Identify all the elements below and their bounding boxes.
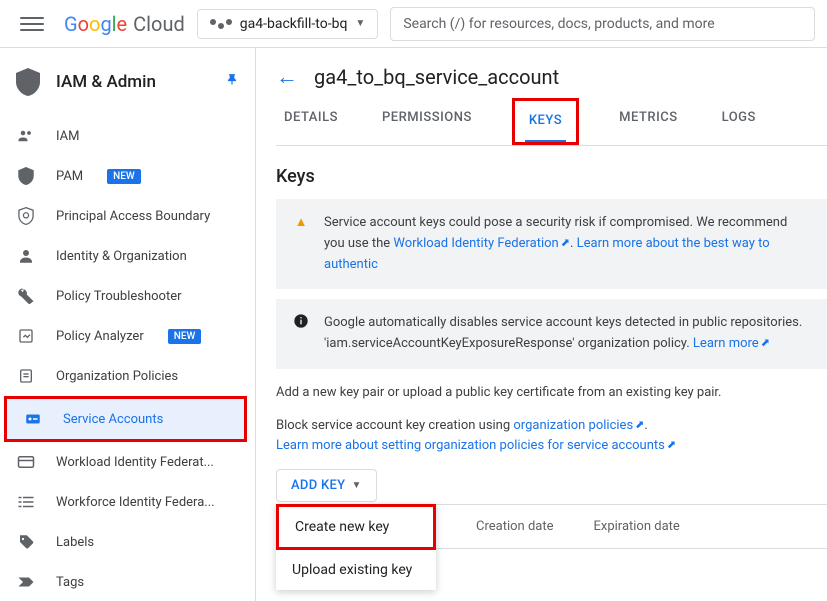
sidebar-item-principal-access-boundary[interactable]: Principal Access Boundary — [0, 196, 255, 236]
doc-icon — [16, 366, 36, 386]
col-creation-date: Creation date — [476, 519, 554, 534]
page-title: ga4_to_bq_service_account — [314, 65, 559, 89]
sidebar-item-label: Workload Identity Federat... — [56, 455, 214, 470]
back-button[interactable]: ← — [276, 64, 298, 90]
sidebar-item-label: PAM — [56, 169, 83, 184]
sidebar-item-label: IAM — [56, 129, 79, 144]
sidebar-item-label: Workforce Identity Federa... — [56, 495, 215, 510]
col-expiration-date: Expiration date — [594, 519, 680, 534]
iam-shield-icon — [16, 68, 40, 96]
arrow-icon — [16, 572, 36, 592]
org-policies-link[interactable]: organization policies⬈ — [513, 418, 644, 433]
tag-icon — [16, 532, 36, 552]
tab-keys[interactable]: KEYS — [525, 101, 566, 142]
sidebar-item-label: Identity & Organization — [56, 249, 187, 264]
add-key-description: Add a new key pair or upload a public ke… — [276, 383, 827, 403]
new-badge: NEW — [168, 329, 202, 344]
search-input[interactable]: Search (/) for resources, docs, products… — [390, 7, 815, 41]
boundary-icon — [16, 206, 36, 226]
key-icon — [23, 409, 43, 429]
wrench-icon — [16, 286, 36, 306]
pin-icon[interactable] — [225, 72, 239, 92]
tab-logs[interactable]: LOGS — [718, 98, 760, 145]
new-badge: NEW — [107, 169, 141, 184]
sidebar-item-label: Policy Troubleshooter — [56, 289, 182, 304]
learn-more-policy-link[interactable]: Learn more⬈ — [693, 336, 770, 351]
sidebar-item-label: Organization Policies — [56, 369, 178, 384]
chevron-down-icon: ▼ — [351, 480, 361, 491]
learn-more-org-policies-link[interactable]: Learn more about setting organization po… — [276, 438, 676, 453]
project-icon — [210, 19, 232, 29]
sidebar: IAM & Admin IAM PAM NEW Principal Access Bo… — [0, 48, 256, 601]
sidebar-item-label: Principal Access Boundary — [56, 209, 210, 224]
sidebar-item-label: Policy Analyzer — [56, 329, 144, 344]
people-icon — [16, 126, 36, 146]
sidebar-item-identity-organization[interactable]: Identity & Organization — [0, 236, 255, 276]
info-icon — [292, 313, 310, 355]
sidebar-item-pam[interactable]: PAM NEW — [0, 156, 255, 196]
sidebar-item-label: Service Accounts — [63, 412, 163, 427]
upload-existing-key-item[interactable]: Upload existing key — [276, 550, 436, 590]
tab-metrics[interactable]: METRICS — [615, 98, 681, 145]
add-key-dropdown: Create new key Upload existing key — [276, 504, 436, 590]
list-icon — [16, 492, 36, 512]
warning-icon: ▲ — [292, 213, 310, 275]
logo-suffix: Cloud — [133, 12, 185, 36]
sidebar-item-tags[interactable]: Tags — [0, 562, 255, 601]
sidebar-item-service-accounts[interactable]: Service Accounts — [7, 399, 244, 439]
sidebar-item-workload-identity-federat-[interactable]: Workload Identity Federat... — [0, 442, 255, 482]
project-selector[interactable]: ga4-backfill-to-bq ▼ — [197, 9, 379, 39]
sidebar-item-policy-analyzer[interactable]: Policy Analyzer NEW — [0, 316, 255, 356]
sidebar-item-iam[interactable]: IAM — [0, 116, 255, 156]
workload-identity-link[interactable]: Workload Identity Federation⬈ — [393, 236, 570, 251]
sidebar-title: IAM & Admin — [56, 72, 156, 92]
person-icon — [16, 246, 36, 266]
warning-notice: ▲ Service account keys could pose a secu… — [276, 199, 827, 289]
sidebar-item-policy-troubleshooter[interactable]: Policy Troubleshooter — [0, 276, 255, 316]
sidebar-item-labels[interactable]: Labels — [0, 522, 255, 562]
chevron-down-icon: ▼ — [355, 18, 365, 29]
project-name: ga4-backfill-to-bq — [240, 16, 348, 32]
logo[interactable]: Google Cloud — [64, 12, 185, 36]
add-key-button[interactable]: ADD KEY ▼ — [276, 469, 377, 502]
sidebar-item-organization-policies[interactable]: Organization Policies — [0, 356, 255, 396]
section-title: Keys — [276, 166, 827, 187]
sidebar-item-workforce-identity-federa-[interactable]: Workforce Identity Federa... — [0, 482, 255, 522]
shield-icon — [16, 166, 36, 186]
tab-details[interactable]: DETAILS — [280, 98, 342, 145]
analyzer-icon — [16, 326, 36, 346]
sidebar-item-label: Tags — [56, 575, 84, 590]
card-icon — [16, 452, 36, 472]
tab-permissions[interactable]: PERMISSIONS — [378, 98, 476, 145]
info-notice: Google automatically disables service ac… — [276, 299, 827, 369]
sidebar-item-label: Labels — [56, 535, 94, 550]
create-new-key-item[interactable]: Create new key — [279, 507, 433, 547]
menu-button[interactable] — [12, 4, 52, 44]
